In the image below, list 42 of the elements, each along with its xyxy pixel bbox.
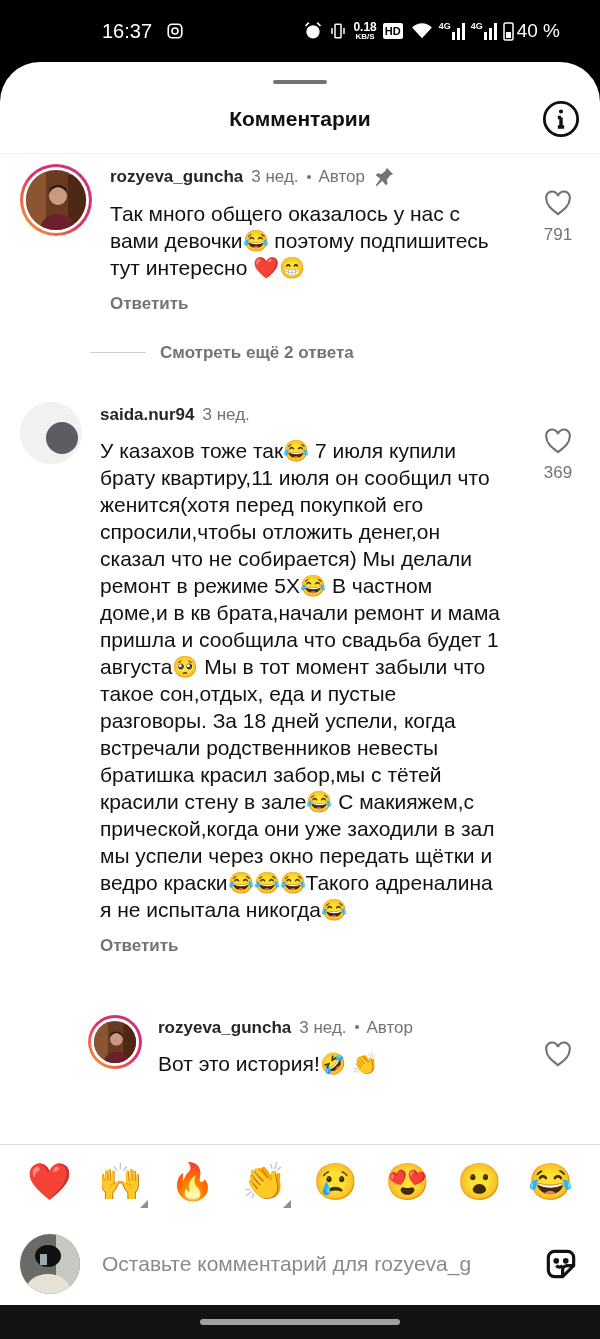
comment-text: Так много общего оказалось у нас с вами девочки😂 поэтому подпишитесь тут интересно ❤😁 xyxy=(110,200,490,281)
clock: 16:37 xyxy=(102,19,153,44)
options-indicator xyxy=(283,1200,292,1208)
signal-icon xyxy=(450,22,467,40)
options-indicator xyxy=(139,1200,148,1208)
comment-time: 3 нед. xyxy=(251,166,299,188)
comment-text: Вот это история!🤣 👏 xyxy=(158,1051,379,1077)
battery-level: 40 % xyxy=(516,18,560,43)
wifi-icon xyxy=(410,22,433,40)
comment-text: У казахов тоже так😂 7 июля купили брату квартиру,11 июля он сообщил что женится(хотя перед покупкой его спросили,чтобы отложить денег,он сказал что не собирается) Мы делали ремонт в режиме 5Х😂 В частном доме,и в кв брата,начали ремонт и мама пришла и сообщила что свадьба будет 1 августа🥺 Мы в тот момент забыли что такое сон,отдых, еда и пустые разговоры. За 18 дней успели, когда встречали родственников невесты братишка красил забор,мы с тётей красили стену в зале😂 С макияжем,с прической,когда они уже заходили в зал мы успели через окно передать щётки и ведро краски😂😂😂Такого адреналина я не испытала никогда😂 xyxy=(100,438,501,923)
info-icon[interactable] xyxy=(542,99,580,138)
speed-unit: KB/S xyxy=(355,33,375,41)
username[interactable]: saida.nur94 xyxy=(100,401,195,427)
heart-icon[interactable] xyxy=(544,190,572,216)
reaction-button[interactable]: 🔥 xyxy=(165,1160,220,1208)
heart-icon[interactable] xyxy=(544,427,572,454)
signal-icon xyxy=(482,22,499,40)
username[interactable]: rozyeva_guncha xyxy=(110,164,244,190)
username[interactable]: rozyeva_guncha xyxy=(158,1014,292,1040)
author-label: Автор xyxy=(318,166,366,188)
alarm-icon xyxy=(303,21,324,41)
like-count: 369 xyxy=(543,461,573,484)
reply-link[interactable]: Ответить xyxy=(110,290,189,316)
comment-time: 3 нед. xyxy=(299,1016,347,1039)
network-type: 4G xyxy=(438,20,451,33)
vibrate-icon xyxy=(329,21,348,41)
comment-time: 3 нед. xyxy=(202,403,250,426)
heart-icon[interactable] xyxy=(544,1040,572,1067)
view-replies-link[interactable]: Смотреть ещё 2 ответа xyxy=(160,340,354,366)
reaction-button[interactable]: ❤ xyxy=(22,1160,76,1208)
drag-handle[interactable] xyxy=(273,80,327,84)
battery-icon xyxy=(502,21,514,41)
camera-app-icon xyxy=(166,22,185,40)
avatar-ring[interactable] xyxy=(88,1014,142,1069)
sheet-title: Комментарии xyxy=(229,105,371,132)
author-label: Автор xyxy=(366,1016,414,1039)
comment-input[interactable]: Оставьте комментарий для rozyeva_g xyxy=(102,1248,534,1280)
reply-link[interactable]: Ответить xyxy=(100,933,179,959)
like-count: 791 xyxy=(543,224,573,246)
hd-badge: HD xyxy=(382,22,403,40)
network-type: 4G xyxy=(470,20,483,33)
network-speed: 0.18 xyxy=(353,21,377,33)
